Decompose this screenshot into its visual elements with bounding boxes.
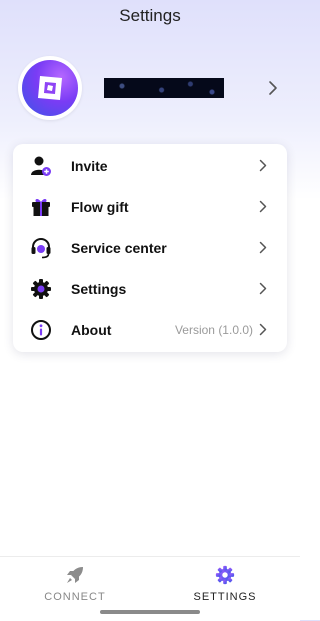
nav-tab-label: SETTINGS <box>193 591 257 603</box>
page-title: Settings <box>119 6 181 25</box>
menu-item-settings[interactable]: Settings <box>13 268 287 309</box>
menu-item-service-center[interactable]: Service center <box>13 227 287 268</box>
rocket-icon <box>67 567 83 583</box>
menu-item-about[interactable]: About Version (1.0.0) <box>13 309 287 350</box>
chevron-right-icon <box>259 282 267 295</box>
menu-item-label: Flow gift <box>71 199 129 215</box>
avatar-logo-background <box>22 60 78 116</box>
gift-icon <box>32 198 50 216</box>
nav-tab-settings[interactable]: SETTINGS <box>150 565 300 605</box>
chevron-right-icon <box>259 200 267 213</box>
menu-item-invite[interactable]: Invite <box>13 145 287 186</box>
nav-tab-label: CONNECT <box>44 591 106 603</box>
logo-icon <box>38 76 62 100</box>
username-redacted <box>104 78 224 98</box>
headset-icon <box>31 237 51 259</box>
menu-item-label: Service center <box>71 240 167 256</box>
gear-icon <box>215 565 235 585</box>
chevron-right-icon <box>259 241 267 254</box>
chevron-right-icon <box>259 159 267 172</box>
app-version: Version (1.0.0) <box>174 323 253 337</box>
profile-row[interactable] <box>18 56 284 122</box>
home-indicator <box>100 610 200 614</box>
menu-item-flow-gift[interactable]: Flow gift <box>13 186 287 227</box>
settings-menu-card: Invite Flow gift Service center Settings… <box>13 144 287 352</box>
info-icon <box>31 320 51 340</box>
menu-item-label: Invite <box>71 158 108 174</box>
user-plus-icon <box>31 156 51 176</box>
menu-item-label: Settings <box>71 281 127 297</box>
avatar[interactable] <box>18 56 82 120</box>
chevron-right-icon <box>259 323 267 336</box>
gear-icon <box>31 279 51 299</box>
chevron-right-icon[interactable] <box>268 80 278 96</box>
nav-tab-connect[interactable]: CONNECT <box>0 565 150 605</box>
menu-item-label: About <box>71 322 112 338</box>
